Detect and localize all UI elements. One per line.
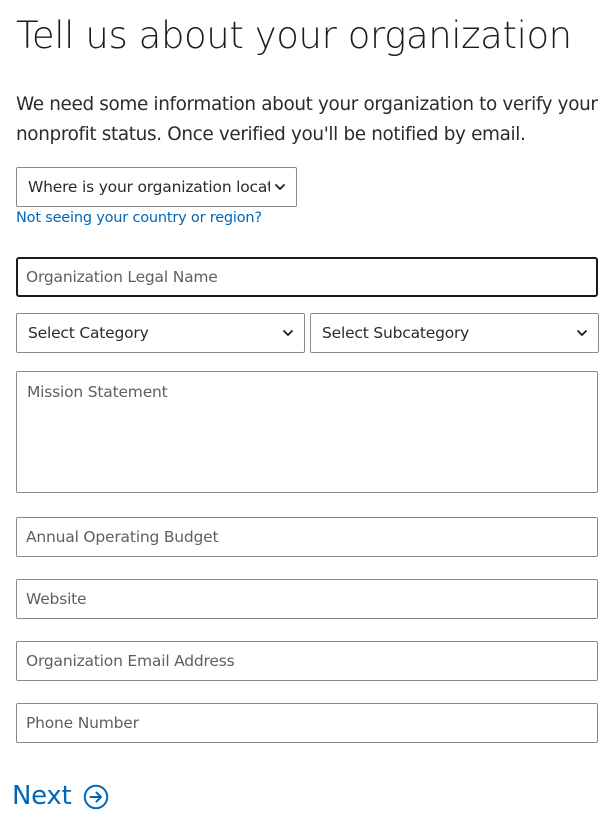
- category-select-value: Select Category: [28, 324, 149, 342]
- annual-operating-budget-input[interactable]: [16, 517, 598, 557]
- arrow-right-circle-icon: [84, 784, 109, 810]
- country-region-select[interactable]: Where is your organization located?: [16, 167, 297, 207]
- next-button[interactable]: Next: [12, 781, 109, 811]
- not-seeing-country-link[interactable]: Not seeing your country or region?: [16, 210, 262, 226]
- chevron-down-icon: [283, 330, 293, 336]
- mission-statement-textarea[interactable]: [16, 371, 598, 493]
- website-input[interactable]: [16, 579, 598, 619]
- organization-legal-name-input[interactable]: [16, 257, 598, 297]
- page-title: Tell us about your organization: [16, 14, 572, 57]
- chevron-down-icon: [577, 330, 587, 336]
- subcategory-select-value: Select Subcategory: [322, 324, 470, 342]
- organization-email-input[interactable]: [16, 641, 598, 681]
- phone-number-input[interactable]: [16, 703, 598, 743]
- country-region-select-value: Where is your organization located?: [28, 178, 270, 196]
- intro-text: We need some information about your orga…: [16, 94, 598, 145]
- subcategory-select[interactable]: Select Subcategory: [310, 313, 599, 353]
- category-select[interactable]: Select Category: [16, 313, 305, 353]
- chevron-down-icon: [275, 184, 285, 190]
- next-button-label: Next: [12, 781, 72, 811]
